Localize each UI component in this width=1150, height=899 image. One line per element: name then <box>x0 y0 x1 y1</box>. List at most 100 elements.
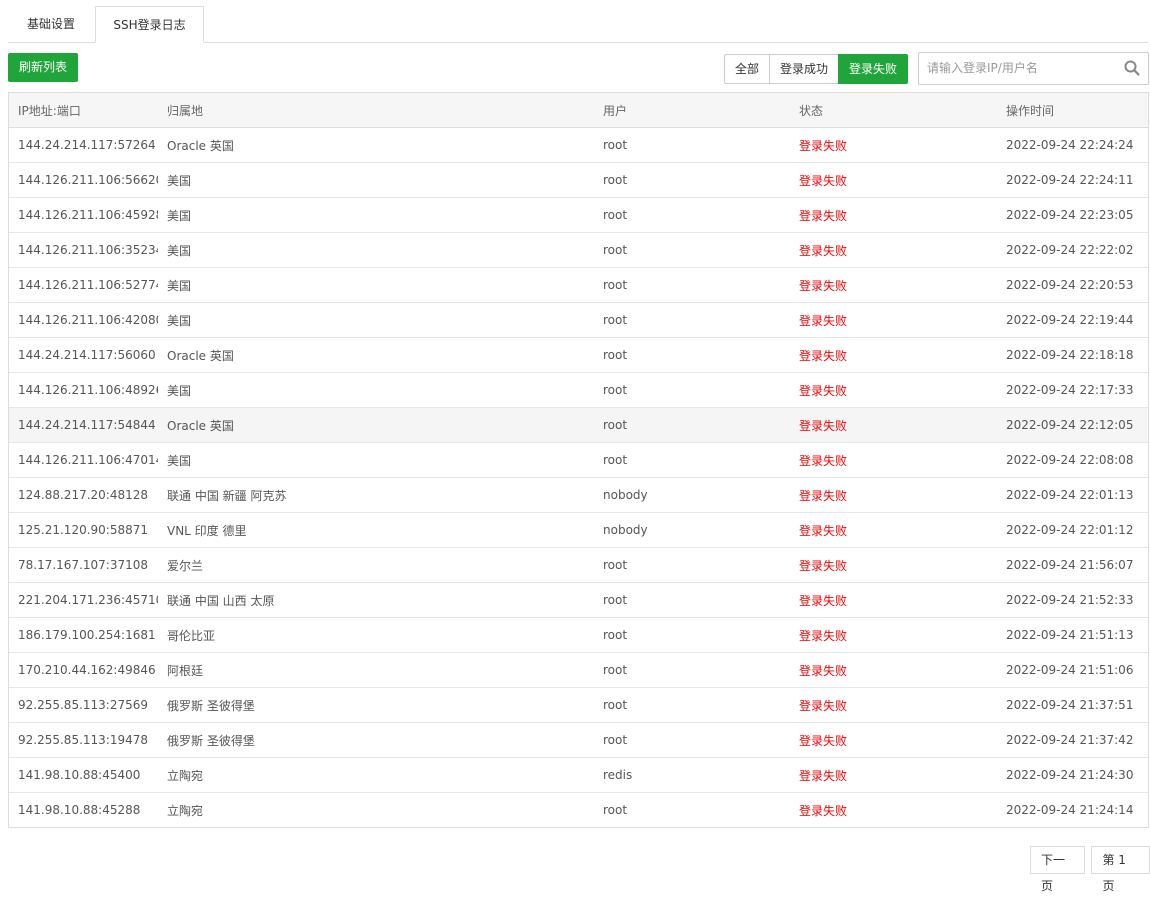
column-header-status: 状态 <box>790 93 997 128</box>
cell-location: Oracle 英国 <box>158 337 594 373</box>
table-row: 144.126.211.106:35234 美国 root 登录失败 2022-09-2… <box>9 232 1148 268</box>
search-input[interactable] <box>919 53 1125 82</box>
cell-time: 2022-09-24 22:18:18 <box>997 337 1148 373</box>
table-row: 144.126.211.106:52774 美国 root 登录失败 2022-09-2… <box>9 267 1148 303</box>
cell-location: VNL 印度 德里 <box>158 512 594 548</box>
cell-ip: 141.98.10.88:45288 <box>18 803 141 817</box>
cell-status: 登录失败 <box>790 442 997 478</box>
cell-time: 2022-09-24 21:37:42 <box>997 722 1148 758</box>
column-header-user: 用户 <box>594 93 790 128</box>
cell-time: 2022-09-24 21:24:14 <box>1006 803 1134 817</box>
cell-ip: 170.210.44.162:49846 <box>9 652 158 688</box>
current-page[interactable]: 第 1 页 <box>1091 846 1150 893</box>
cell-ip: 144.126.211.106:45928 <box>9 197 158 233</box>
cell-location: 美国 <box>158 302 594 338</box>
cell-ip: 144.24.214.117:57264 <box>9 127 158 163</box>
cell-location: 俄罗斯 圣彼得堡 <box>158 722 594 758</box>
cell-status: 登录失败 <box>790 162 997 198</box>
cell-ip: 141.98.10.88:45400 <box>9 757 158 793</box>
cell-status: 登录失败 <box>790 652 997 688</box>
filter-all-button[interactable]: 全部 <box>724 54 771 84</box>
cell-user: root <box>594 652 790 688</box>
cell-status: 登录失败 <box>790 337 997 373</box>
cell-user: root <box>594 442 790 478</box>
ssh-log-table: IP地址:端口 归属地 用户 状态 操作时间 144.24.214.117:57… <box>8 92 1149 828</box>
cell-time: 2022-09-24 22:24:24 <box>997 127 1148 163</box>
cell-location: 美国 <box>158 197 594 233</box>
cell-time: 2022-09-24 21:51:06 <box>997 652 1148 688</box>
cell-user: root <box>594 162 790 198</box>
column-header-time: 操作时间 <box>997 93 1148 128</box>
cell-user: root <box>594 197 790 233</box>
cell-status: 登录失败 <box>790 232 997 268</box>
cell-location: 阿根廷 <box>158 652 594 688</box>
cell-user: nobody <box>594 512 790 548</box>
cell-location: 哥伦比亚 <box>158 617 594 653</box>
cell-time: 2022-09-24 22:23:05 <box>997 197 1148 233</box>
table-row: 141.98.10.88:45400 立陶宛 redis 登录失败 2022-09-24… <box>9 757 1148 793</box>
cell-time: 2022-09-24 21:37:51 <box>997 687 1148 723</box>
tab-ssh-login-log[interactable]: SSH登录日志 <box>95 6 204 43</box>
cell-status: 登录失败 <box>790 302 997 338</box>
cell-location: 立陶宛 <box>167 803 204 818</box>
cell-ip: 92.255.85.113:27569 <box>9 687 158 723</box>
cell-time: 2022-09-24 22:17:33 <box>997 372 1148 408</box>
cell-location: Oracle 英国 <box>158 407 594 443</box>
cell-ip: 144.126.211.106:42080 <box>9 302 158 338</box>
cell-time: 2022-09-24 21:24:30 <box>997 757 1148 793</box>
cell-user: root <box>594 267 790 303</box>
cell-user: root <box>594 372 790 408</box>
pagination: 下一页 第 1 页 <box>1024 846 1150 893</box>
cell-location: 美国 <box>158 162 594 198</box>
next-page-button[interactable]: 下一页 <box>1030 846 1086 893</box>
cell-user: root <box>594 407 790 443</box>
cell-status: 登录失败 <box>790 687 997 723</box>
cell-ip: 144.126.211.106:47014 <box>9 442 158 478</box>
cell-ip: 144.126.211.106:48926 <box>9 372 158 408</box>
table-row: 144.126.211.106:47014 美国 root 登录失败 2022-09-2… <box>9 442 1148 478</box>
cell-time: 2022-09-24 22:08:08 <box>997 442 1148 478</box>
cell-ip: 186.179.100.254:1681 <box>9 617 158 653</box>
filter-success-button[interactable]: 登录成功 <box>769 54 840 84</box>
cell-user: root <box>603 803 628 817</box>
table-row: 124.88.217.20:48128 联通 中国 新疆 阿克苏 nobody 登录失… <box>9 477 1148 513</box>
tab-bar: 基础设置 SSH登录日志 <box>8 6 1148 43</box>
cell-status: 登录失败 <box>790 477 997 513</box>
cell-location: 爱尔兰 <box>158 547 594 583</box>
cell-time: 2022-09-24 22:24:11 <box>997 162 1148 198</box>
cell-status: 登录失败 <box>790 512 997 548</box>
cell-user: root <box>594 232 790 268</box>
column-header-location: 归属地 <box>158 93 594 128</box>
cell-ip: 125.21.120.90:58871 <box>9 512 158 548</box>
cell-user: root <box>594 547 790 583</box>
cell-time: 2022-09-24 21:56:07 <box>997 547 1148 583</box>
table-row: 144.24.214.117:54844 Oracle 英国 root 登录失败 202… <box>9 407 1148 443</box>
status-filter-group: 全部 登录成功 登录失败 <box>724 54 909 84</box>
table-row: 92.255.85.113:27569 俄罗斯 圣彼得堡 root 登录失败 2022-… <box>9 687 1148 723</box>
search-icon[interactable] <box>1124 60 1140 76</box>
cell-user: root <box>594 582 790 618</box>
cell-status: 登录失败 <box>790 757 997 793</box>
cell-location: 美国 <box>158 372 594 408</box>
table-row: 144.24.214.117:56060 Oracle 英国 root 登录失败 202… <box>9 337 1148 373</box>
cell-time: 2022-09-24 22:01:12 <box>997 512 1148 548</box>
cell-ip: 144.126.211.106:52774 <box>9 267 158 303</box>
table-row: 144.126.211.106:45928 美国 root 登录失败 2022-09-2… <box>9 197 1148 233</box>
cell-status: 登录失败 <box>790 722 997 758</box>
filter-failed-button[interactable]: 登录失败 <box>838 54 909 84</box>
cell-status: 登录失败 <box>799 803 848 818</box>
refresh-list-button[interactable]: 刷新列表 <box>8 53 78 82</box>
cell-location: 俄罗斯 圣彼得堡 <box>158 687 594 723</box>
table-header-row: IP地址:端口 归属地 用户 状态 操作时间 <box>9 93 1148 128</box>
table-row: 144.126.211.106:48926 美国 root 登录失败 2022-09-2… <box>9 372 1148 408</box>
cell-ip: 144.24.214.117:54844 <box>9 407 158 443</box>
cell-location: 美国 <box>158 232 594 268</box>
cell-time: 2022-09-24 21:51:13 <box>997 617 1148 653</box>
cell-ip: 144.24.214.117:56060 <box>9 337 158 373</box>
cell-status: 登录失败 <box>790 127 997 163</box>
cell-location: 联通 中国 山西 太原 <box>158 582 594 618</box>
cell-user: root <box>594 687 790 723</box>
cell-ip: 92.255.85.113:19478 <box>9 722 158 758</box>
tab-basic-settings[interactable]: 基础设置 <box>8 6 94 41</box>
cell-ip: 144.126.211.106:56620 <box>9 162 158 198</box>
